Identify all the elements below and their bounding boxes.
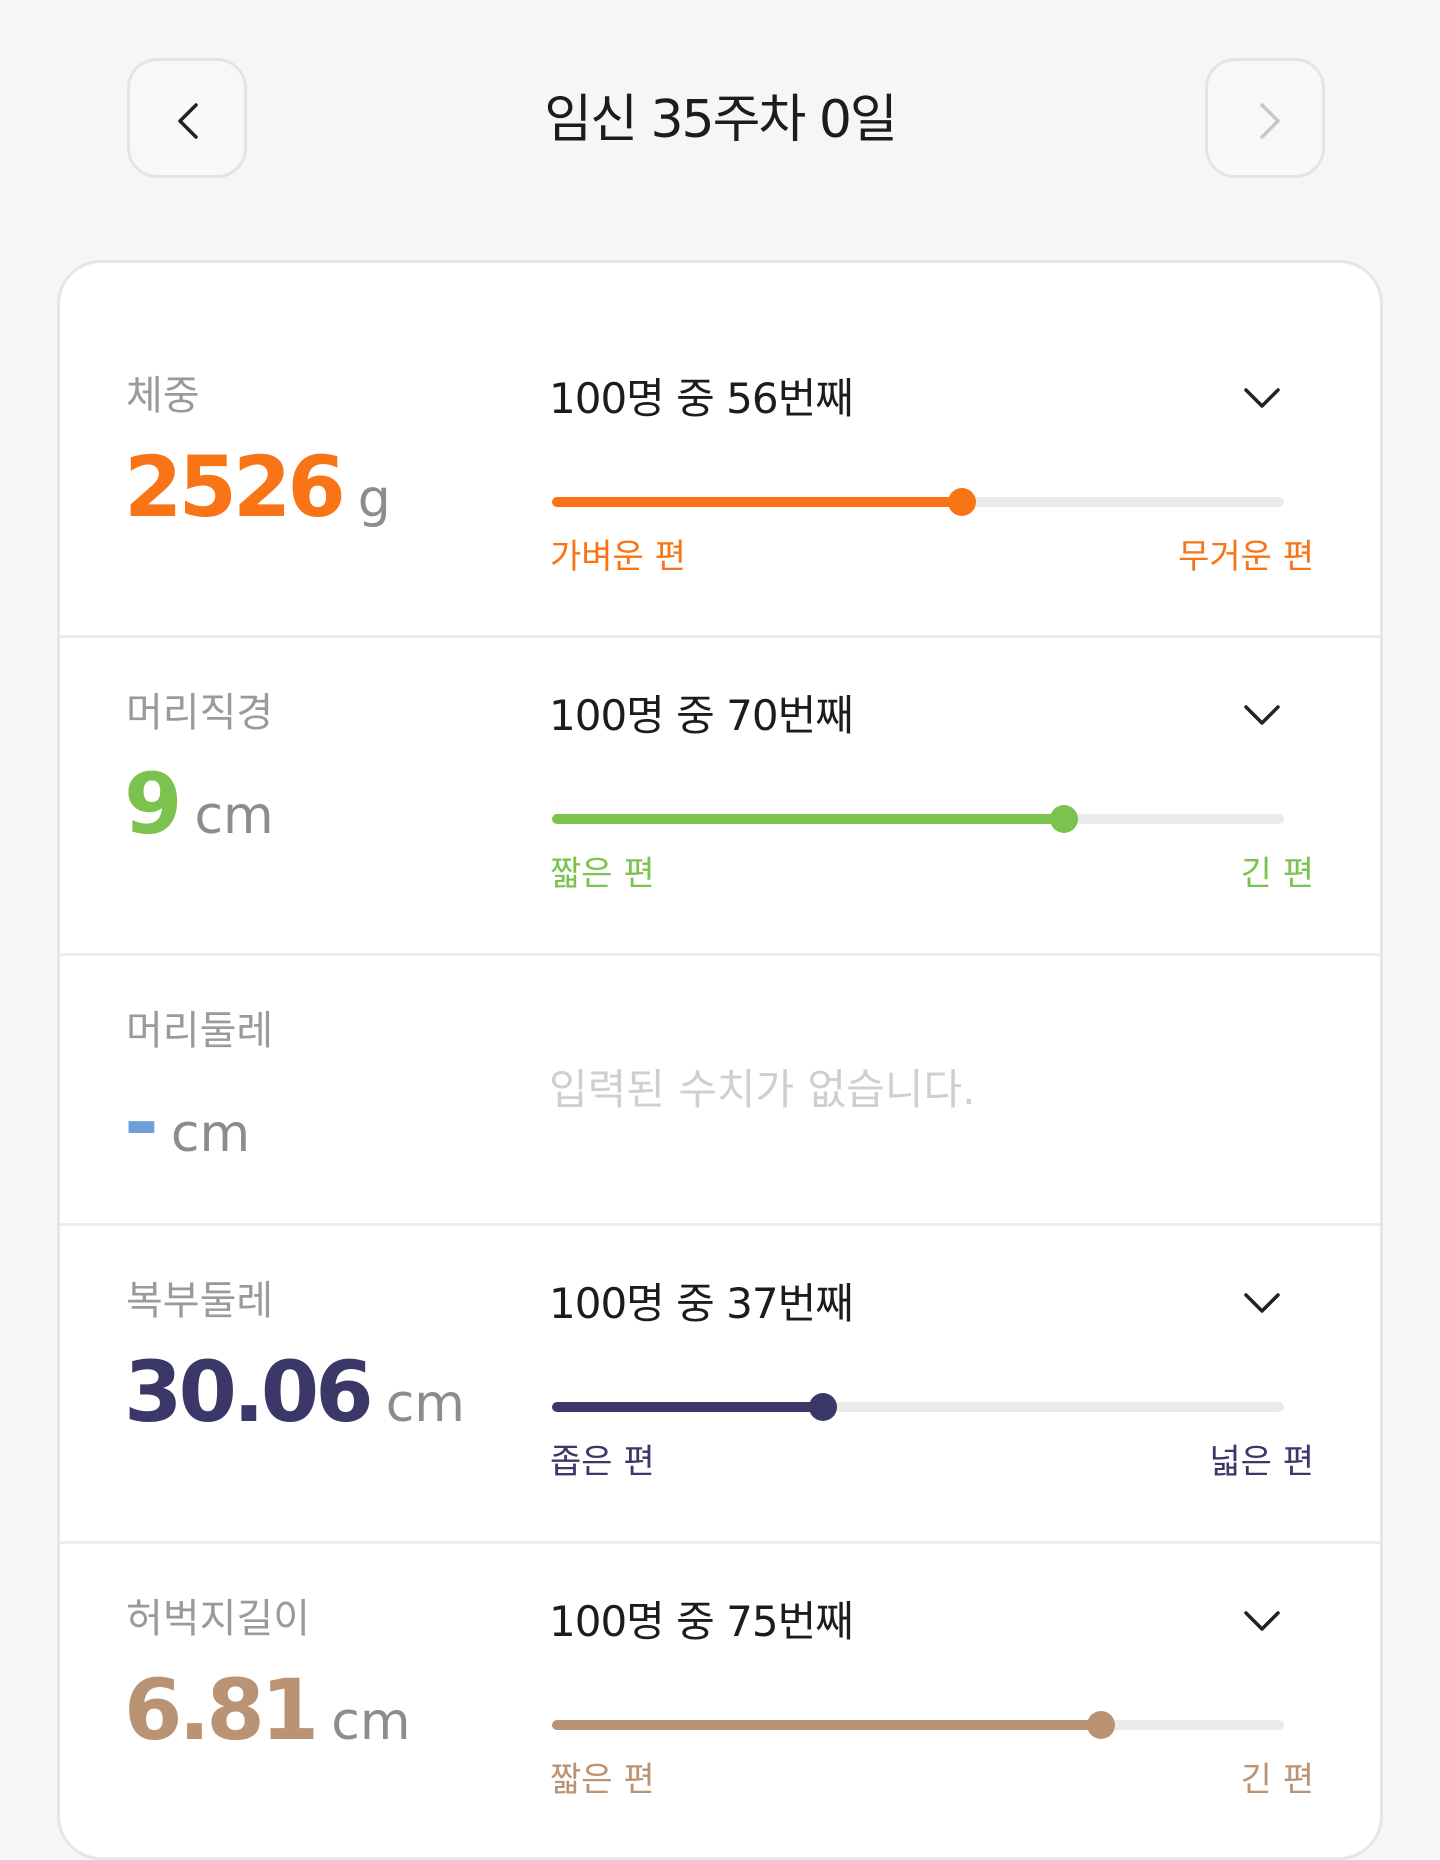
metric-row-head-diameter: 머리직경 9 cm 100명 중 70번째 짧은 편 긴 편 [60, 638, 1380, 956]
metric-unit: cm [170, 1104, 251, 1164]
metric-row-weight: 체중 2526 g 100명 중 56번째 가벼운 편 무거운 편 [60, 263, 1380, 638]
metric-unit: cm [385, 1374, 465, 1434]
high-end-label: 긴 편 [1240, 854, 1314, 894]
metric-value: 9 cm [124, 756, 274, 864]
percentile-marker [1087, 1711, 1115, 1739]
metric-label: 허벅지길이 [126, 1596, 310, 1642]
high-end-label: 넓은 편 [1209, 1442, 1314, 1482]
metric-row-head-circumference: 머리둘레 - cm 입력된 수치가 없습니다. [60, 956, 1380, 1226]
percentile-fill [552, 1720, 1101, 1730]
rank-text: 100명 중 75번째 [549, 1597, 854, 1646]
metric-label: 복부둘레 [126, 1278, 274, 1324]
percentile-track [552, 488, 1284, 516]
chevron-down-icon[interactable] [1238, 374, 1286, 422]
metric-number: - [124, 1073, 159, 1171]
percentile-track [552, 805, 1284, 833]
metric-unit: g [357, 469, 391, 529]
low-end-label: 짧은 편 [550, 854, 655, 894]
metric-label: 체중 [126, 373, 200, 419]
percentile-track [552, 1393, 1284, 1421]
rank-text: 100명 중 37번째 [549, 1279, 854, 1328]
percentile-track [552, 1711, 1284, 1739]
low-end-label: 짧은 편 [550, 1760, 655, 1800]
percentile-fill [552, 1402, 823, 1412]
low-end-label: 가벼운 편 [550, 537, 686, 577]
metric-number: 6.81 [124, 1661, 319, 1759]
metric-label: 머리직경 [126, 690, 274, 736]
metric-row-femur-length: 허벅지길이 6.81 cm 100명 중 75번째 짧은 편 긴 편 [60, 1544, 1380, 1857]
metric-value: 6.81 cm [124, 1662, 411, 1770]
metric-value: - cm [124, 1074, 250, 1182]
header: 임신 35주차 0일 [0, 0, 1440, 240]
chevron-down-icon[interactable] [1238, 1279, 1286, 1327]
percentile-fill [552, 497, 962, 507]
metric-number: 30.06 [124, 1343, 374, 1441]
metric-number: 9 [124, 755, 182, 853]
percentile-fill [552, 814, 1065, 824]
metric-number: 2526 [124, 438, 346, 536]
rank-text: 100명 중 56번째 [549, 374, 854, 423]
next-week-button[interactable] [1205, 58, 1325, 178]
high-end-label: 긴 편 [1240, 1760, 1314, 1800]
empty-value-message: 입력된 수치가 없습니다. [549, 1065, 976, 1114]
percentile-marker [808, 1393, 837, 1421]
metric-label: 머리둘레 [126, 1008, 274, 1054]
metric-unit: cm [194, 786, 274, 846]
high-end-label: 무거운 편 [1178, 537, 1314, 577]
chevron-right-icon [1260, 103, 1280, 139]
metric-value: 2526 g [124, 439, 391, 547]
metric-unit: cm [331, 1692, 411, 1752]
low-end-label: 좁은 편 [550, 1442, 655, 1482]
metric-value: 30.06 cm [124, 1344, 465, 1452]
chevron-down-icon[interactable] [1238, 691, 1286, 739]
percentile-marker [947, 488, 976, 516]
chevron-down-icon[interactable] [1238, 1597, 1286, 1645]
measurements-card: 체중 2526 g 100명 중 56번째 가벼운 편 무거운 편 머리직경 9c… [57, 260, 1383, 1860]
percentile-marker [1050, 805, 1079, 833]
rank-text: 100명 중 70번째 [549, 691, 854, 740]
metric-row-abdominal-circumference: 복부둘레 30.06 cm 100명 중 37번째 좁은 편 넓은 편 [60, 1226, 1380, 1544]
